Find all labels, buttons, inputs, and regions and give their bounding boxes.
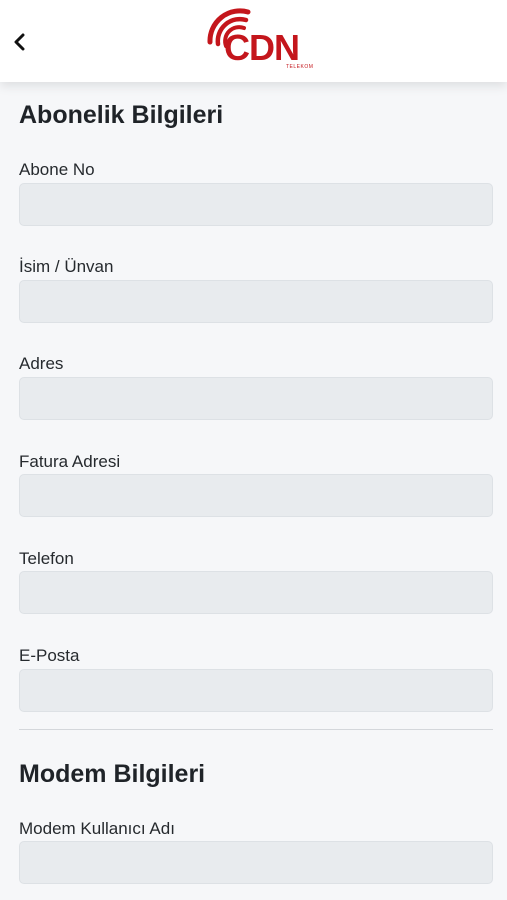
phone-label: Telefon [19,549,74,568]
billing-address-label: Fatura Adresi [19,452,121,471]
modem-section-title: Modem Bilgileri [19,760,206,788]
back-button[interactable] [6,26,34,58]
brand-logo: CDN TELEKOM [206,8,322,74]
email-field[interactable] [19,669,493,712]
billing-address-field[interactable] [19,474,493,517]
phone-field[interactable] [19,571,493,614]
email-label: E-Posta [19,646,80,665]
chevron-left-icon [14,33,25,51]
subscriber-no-field[interactable] [19,183,493,226]
subscriber-no-label: Abone No [19,160,95,179]
modem-username-label: Modem Kullanıcı Adı [19,819,175,838]
name-title-field[interactable] [19,280,493,323]
logo-text: CDN [224,27,300,68]
top-header: CDN TELEKOM [0,0,507,82]
subscription-section-title: Abonelik Bilgileri [19,101,224,129]
modem-username-field[interactable] [19,841,493,884]
logo-subtext: TELEKOM [286,64,314,70]
name-title-label: İsim / Ünvan [19,257,114,276]
address-field[interactable] [19,377,493,420]
address-label: Adres [19,354,64,373]
section-divider [19,729,493,730]
